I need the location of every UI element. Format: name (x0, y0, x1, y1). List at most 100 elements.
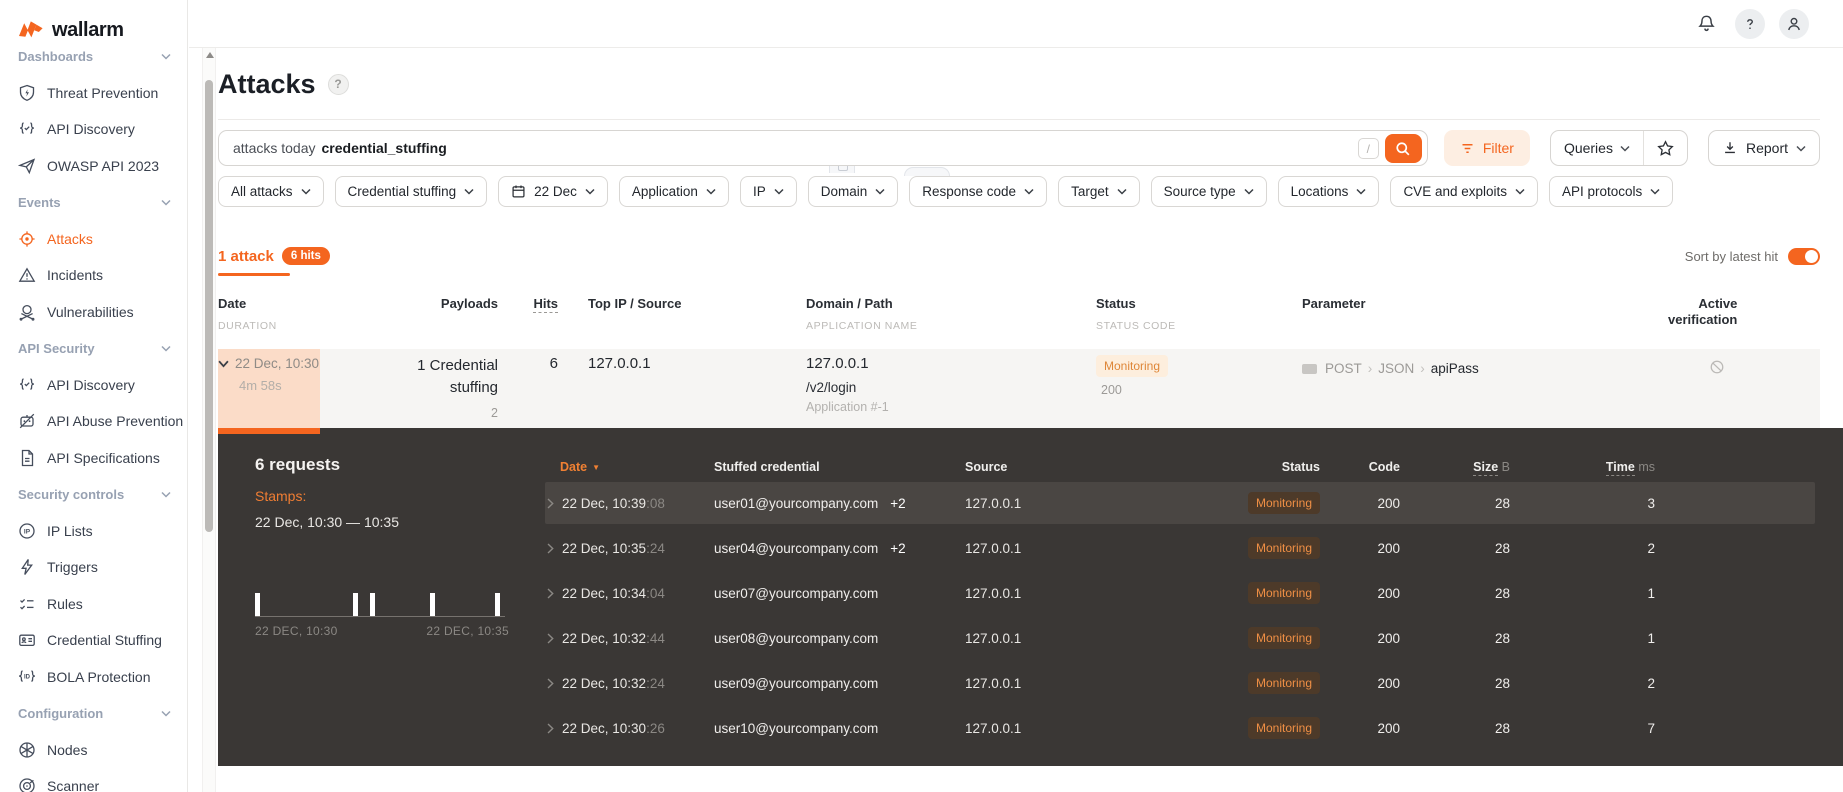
chip-target[interactable]: Target (1058, 176, 1140, 207)
sidebar-item-api-discovery-2[interactable]: API Discovery (18, 367, 187, 404)
sidebar-item-nodes[interactable]: Nodes (18, 732, 187, 769)
search-input[interactable]: attacks today credential_stuffing / (218, 130, 1428, 166)
request-row[interactable]: 22 Dec, 10:30:26 user10@yourcompany.com … (545, 707, 1815, 749)
chevron-right-icon[interactable] (547, 632, 554, 644)
sidebar-item-vulnerabilities[interactable]: Vulnerabilities (18, 294, 187, 331)
chip-ip[interactable]: IP (739, 176, 797, 207)
request-row[interactable]: 22 Dec, 10:32:44 user08@yourcompany.com … (545, 617, 1815, 659)
request-row[interactable]: 22 Dec, 10:39:08 user01@yourcompany.com +… (545, 482, 1815, 524)
stamps-histogram-bars (255, 593, 505, 617)
col-size[interactable]: Size B (1400, 460, 1510, 476)
requests-table-header: Date ▼ Stuffed credential Source Status C… (545, 458, 1815, 476)
sidebar-item-ip-lists[interactable]: IP IP Lists (18, 513, 187, 550)
chevron-right-icon[interactable] (547, 587, 554, 599)
chip-domain[interactable]: Domain (807, 176, 899, 207)
cell-active-verification (1668, 349, 1820, 428)
chip-cve-and-exploits[interactable]: CVE and exploits (1390, 176, 1538, 207)
attack-row[interactable]: 22 Dec, 10:30 4m 58s 1 Credential stuffi… (218, 349, 1820, 434)
chevron-down-icon (585, 188, 595, 195)
warning-triangle-icon (18, 266, 36, 284)
requests-table: Date ▼ Stuffed credential Source Status C… (545, 428, 1815, 752)
chip-application[interactable]: Application (618, 176, 729, 207)
scrollbar-up-arrow[interactable] (206, 52, 214, 58)
sidebar-item-incidents[interactable]: Incidents (18, 257, 187, 294)
request-row[interactable]: 22 Dec, 10:35:24 user04@yourcompany.com +… (545, 527, 1815, 569)
divider (218, 119, 1820, 120)
chip-response-code[interactable]: Response code (909, 176, 1048, 207)
sort-toggle[interactable] (1788, 247, 1820, 265)
attacks-count-tab[interactable]: 1 attack 6 hits (218, 247, 330, 276)
chip-date[interactable]: 22 Dec (498, 176, 608, 207)
bell-icon[interactable] (1691, 9, 1721, 39)
report-button[interactable]: Report (1707, 130, 1820, 166)
chevron-down-icon (161, 345, 171, 352)
sidebar-item-api-abuse-prevention[interactable]: API Abuse Prevention (18, 403, 187, 440)
request-row[interactable]: 22 Dec, 10:32:24 user09@yourcompany.com … (545, 662, 1815, 704)
help-icon[interactable] (1735, 8, 1765, 39)
scrollbar-thumb[interactable] (205, 80, 213, 532)
details-summary: 6 requests Stamps: 22 Dec, 10:30 — 10:35 (255, 428, 525, 530)
chip-source-type[interactable]: Source type (1150, 176, 1267, 207)
stamps-link[interactable]: Stamps: (255, 488, 525, 504)
status-badge: Monitoring (1096, 355, 1169, 377)
chevron-right-icon[interactable] (547, 677, 554, 689)
sort-desc-icon: ▼ (592, 462, 601, 472)
attack-count: 1 attack (218, 247, 274, 265)
col-request-date[interactable]: Date ▼ (545, 460, 710, 474)
filter-button[interactable]: Filter (1443, 130, 1530, 166)
chevron-right-icon[interactable] (547, 722, 554, 734)
sidebar-item-api-discovery[interactable]: API Discovery (18, 111, 187, 148)
col-status: Status STATUS CODE (1096, 296, 1176, 332)
cell-date: 22 Dec, 10:30 4m 58s (218, 349, 320, 434)
sidebar-section-security-controls[interactable]: Security controls (18, 476, 187, 513)
col-hits[interactable]: Hits (498, 296, 558, 349)
user-icon[interactable] (1779, 8, 1809, 39)
nodes-icon (18, 741, 36, 759)
sidebar-section-configuration[interactable]: Configuration (18, 695, 187, 732)
sidebar-item-threat-prevention[interactable]: Threat Prevention (18, 75, 187, 112)
histogram-bar (370, 593, 375, 616)
chevron-down-icon (464, 188, 474, 195)
chevron-down-icon[interactable] (218, 360, 229, 368)
chevron-right-icon[interactable] (547, 497, 554, 509)
sidebar-item-rules[interactable]: Rules (18, 586, 187, 623)
content-scrollbar[interactable] (202, 48, 216, 792)
sidebar-section-events[interactable]: Events (18, 184, 187, 221)
sidebar-item-scanner[interactable]: Scanner (18, 768, 187, 792)
histogram-bar (495, 593, 500, 616)
search-button[interactable] (1384, 134, 1422, 163)
chevron-down-icon (875, 188, 885, 195)
page-content: Attacks ? attacks today credential_stuff… (218, 48, 1843, 766)
chevron-right-icon[interactable] (547, 542, 554, 554)
wallarm-logo[interactable]: wallarm (0, 0, 187, 48)
col-top-ip: Top IP / Source (588, 296, 682, 311)
chevron-down-icon (774, 188, 784, 195)
col-time[interactable]: Time ms (1510, 460, 1655, 476)
sidebar-section-dashboards[interactable]: Dashboards (18, 48, 187, 75)
chip-locations[interactable]: Locations (1277, 176, 1380, 207)
sidebar-item-credential-stuffing[interactable]: Credential Stuffing (18, 622, 187, 659)
attack-details-panel: 6 requests Stamps: 22 Dec, 10:30 — 10:35… (218, 428, 1843, 766)
sidebar-item-bola-protection[interactable]: ID BOLA Protection (18, 659, 187, 696)
sidebar-item-triggers[interactable]: Triggers (18, 549, 187, 586)
chip-api-protocols[interactable]: API protocols (1549, 176, 1674, 207)
col-stuffed-credential: Stuffed credential (714, 460, 820, 474)
title-help-icon[interactable]: ? (327, 73, 349, 95)
active-tab-indicator (218, 273, 290, 276)
histogram-bar (255, 593, 260, 616)
chip-credential-stuffing[interactable]: Credential stuffing (334, 176, 488, 207)
cell-hits: 6 (549, 355, 558, 372)
chip-all-attacks[interactable]: All attacks (218, 176, 324, 207)
sidebar-item-api-specifications[interactable]: API Specifications (18, 440, 187, 477)
brand-name: wallarm (52, 19, 124, 41)
attack-table-header: Date DURATION Payloads Hits Top IP / Sour… (218, 296, 1820, 349)
col-request-status: Status (1281, 460, 1320, 474)
favorite-star-button[interactable] (1642, 131, 1687, 165)
request-row[interactable]: 22 Dec, 10:34:04 user07@yourcompany.com … (545, 572, 1815, 614)
sidebar-item-attacks[interactable]: Attacks (18, 221, 187, 258)
parameter-type-icon (1302, 364, 1317, 374)
queries-button[interactable]: Queries (1551, 131, 1643, 165)
sidebar-item-owasp-api-2023[interactable]: OWASP API 2023 (18, 148, 187, 185)
sidebar-section-api-security[interactable]: API Security (18, 330, 187, 367)
status-badge: Monitoring (1247, 537, 1320, 559)
